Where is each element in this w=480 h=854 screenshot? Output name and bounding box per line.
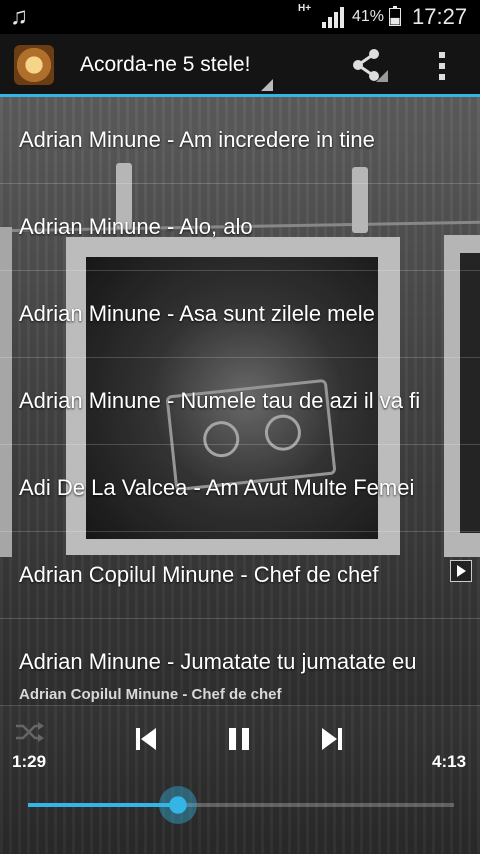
song-list: Adrian Minune - Am incredere in tine Adr… xyxy=(0,97,480,706)
signal-icon xyxy=(322,7,344,28)
share-icon[interactable] xyxy=(348,48,388,82)
app-title[interactable]: Acorda-ne 5 stele! xyxy=(80,53,250,77)
list-item[interactable]: Adrian Minune - Alo, alo xyxy=(0,184,480,271)
seek-bar-progress xyxy=(28,803,178,807)
list-item[interactable]: Adrian Minune - Am incredere in tine xyxy=(0,97,480,184)
app-icon[interactable] xyxy=(14,45,54,85)
song-title: Adrian Minune - Numele tau de azi il va … xyxy=(19,388,421,413)
shuffle-icon[interactable] xyxy=(14,722,44,742)
list-item[interactable]: Adi De La Valcea - Am Avut Multe Femei xyxy=(0,445,480,532)
total-time: 4:13 xyxy=(432,752,467,771)
song-title: Adi De La Valcea - Am Avut Multe Femei xyxy=(19,475,415,500)
music-note-icon: ♫ xyxy=(10,3,28,30)
list-item[interactable]: Adrian Copilul Minune - Chef de chef xyxy=(0,532,480,619)
status-bar: ♫ H+ 41% 17:27 xyxy=(0,0,480,34)
list-item[interactable]: Adrian Minune - Asa sunt zilele mele xyxy=(0,271,480,358)
previous-icon[interactable] xyxy=(134,726,158,752)
list-item[interactable]: Adrian Minune - Numele tau de azi il va … xyxy=(0,358,480,445)
seek-thumb[interactable] xyxy=(158,786,197,824)
elapsed-time: 1:29 xyxy=(12,752,47,771)
status-clock: 17:27 xyxy=(412,4,468,29)
pause-icon[interactable] xyxy=(226,726,252,752)
song-title: Adrian Minune - Jumatate tu jumatate eu xyxy=(19,649,417,674)
song-title: Adrian Minune - Am incredere in tine xyxy=(19,127,375,152)
now-playing-icon xyxy=(450,560,472,582)
now-playing-title: Adrian Copilul Minune - Chef de chef xyxy=(19,686,282,703)
next-icon[interactable] xyxy=(320,726,344,752)
seek-bar[interactable] xyxy=(28,786,454,824)
overflow-menu-icon[interactable] xyxy=(436,52,448,80)
spinner-arrow-icon xyxy=(261,79,273,91)
song-title: Adrian Copilul Minune - Chef de chef xyxy=(19,562,379,587)
song-title: Adrian Minune - Alo, alo xyxy=(19,214,253,239)
battery-percent: 41% xyxy=(352,8,385,25)
song-title: Adrian Minune - Asa sunt zilele mele xyxy=(19,301,375,326)
action-bar: Acorda-ne 5 stele! xyxy=(0,34,480,94)
network-type: H+ xyxy=(298,3,312,14)
battery-icon xyxy=(389,6,401,26)
